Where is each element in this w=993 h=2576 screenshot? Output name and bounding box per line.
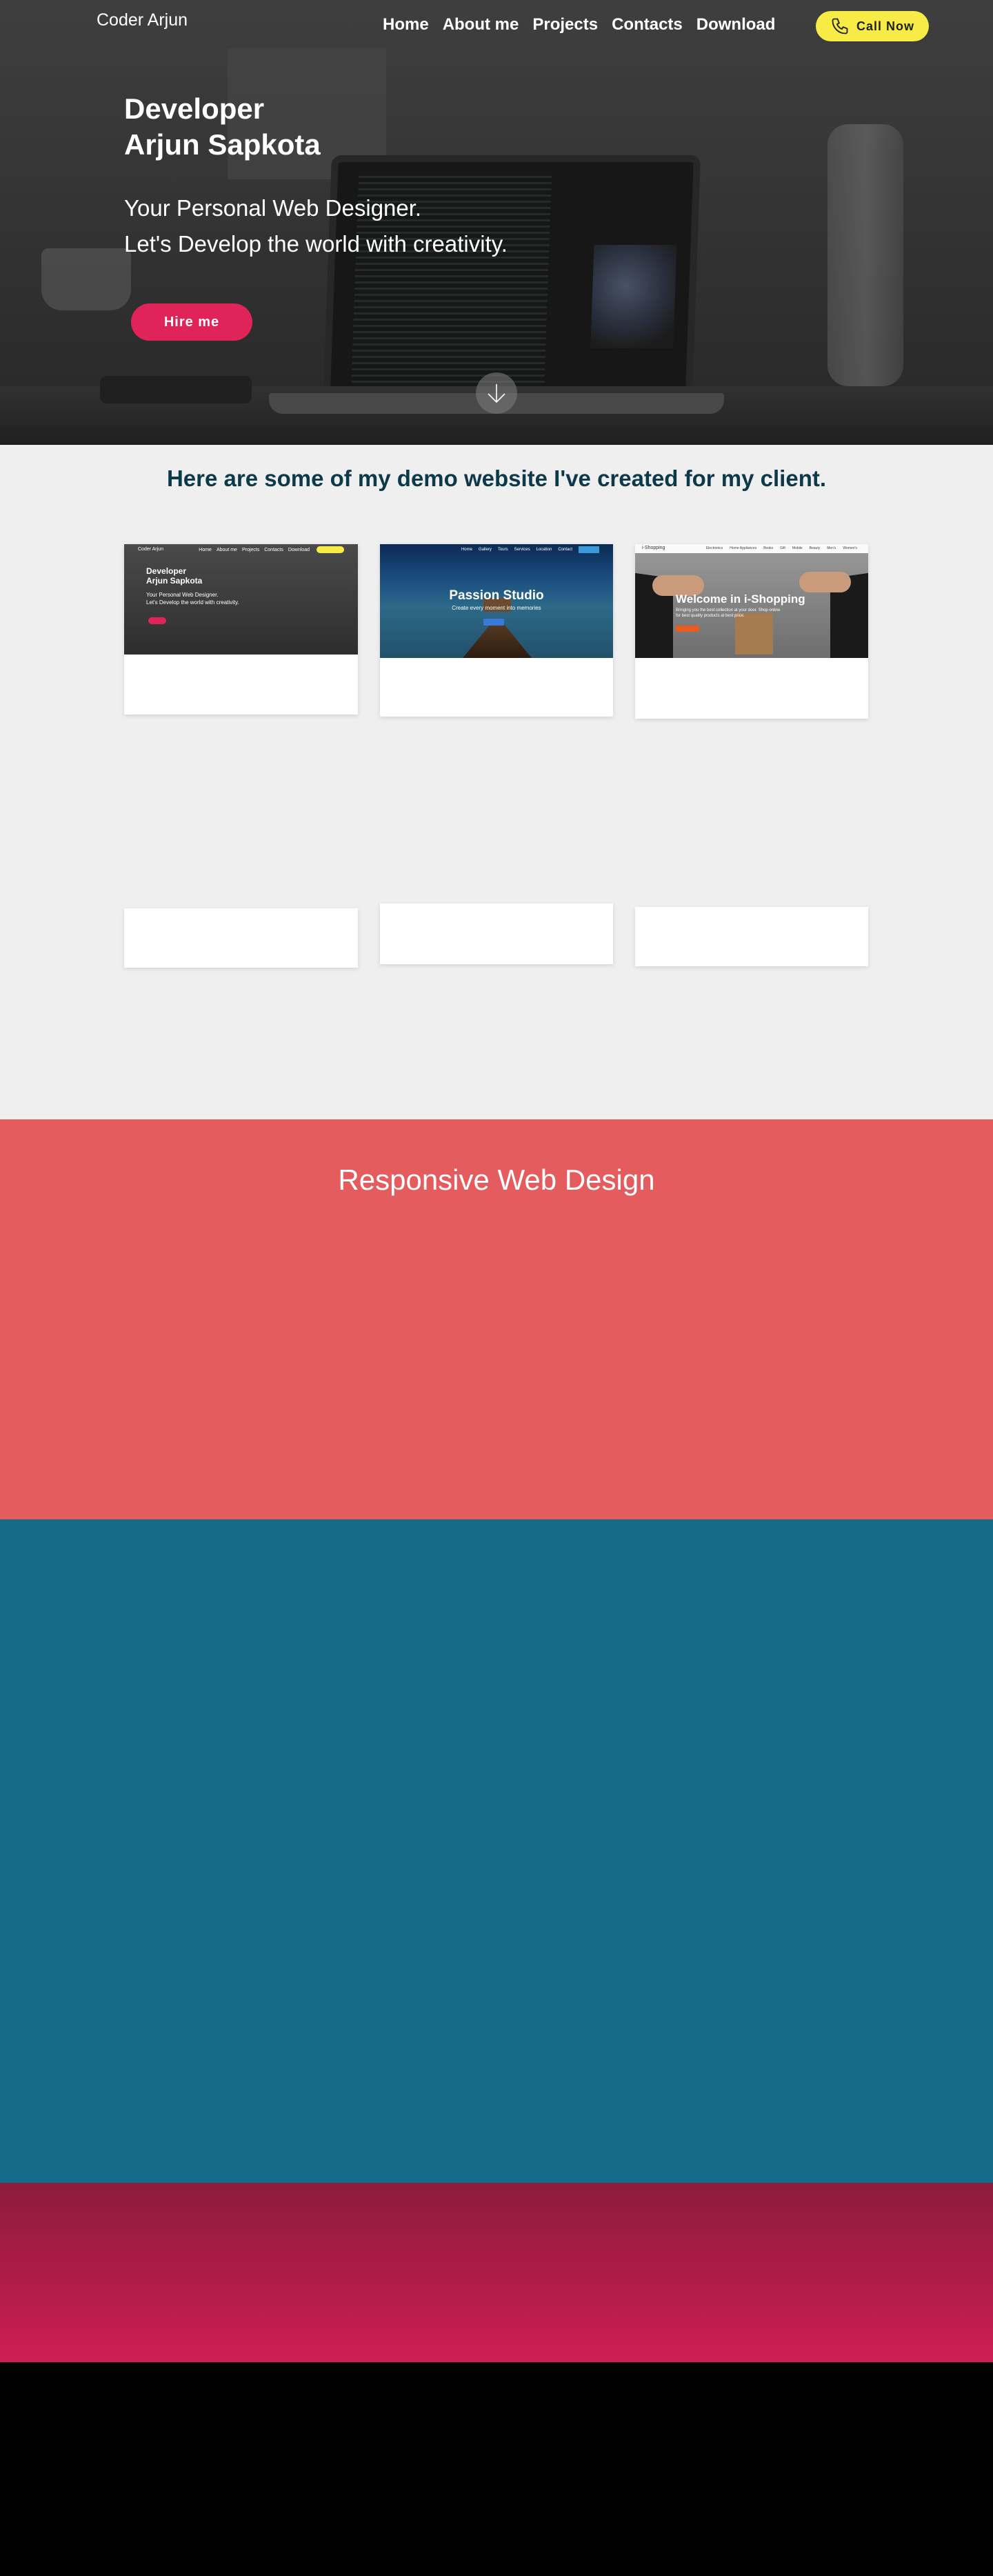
site-logo[interactable]: Coder Arjun bbox=[97, 10, 188, 30]
hero-subtitle: Your Personal Web Designer. Let's Develo… bbox=[124, 195, 508, 257]
arrow-down-icon bbox=[488, 384, 505, 403]
call-now-label: Call Now bbox=[856, 19, 914, 33]
scroll-down-button[interactable] bbox=[476, 372, 517, 414]
main-nav: Home About me Projects Contacts Download bbox=[383, 15, 775, 34]
project-card-6[interactable] bbox=[635, 907, 868, 966]
projects-heading: Here are some of my demo website I've cr… bbox=[166, 466, 827, 491]
project-card-5[interactable] bbox=[380, 903, 613, 964]
projects-section: Here are some of my demo website I've cr… bbox=[0, 445, 993, 1119]
hero-section: Coder Arjun Home About me Projects Conta… bbox=[0, 0, 993, 445]
project-card-3[interactable]: i-Shopping Electronics Home Appliances B… bbox=[635, 544, 868, 719]
project-thumbnail-2: Home Gallery Tours Services Location Con… bbox=[380, 544, 613, 658]
hero-title: Developer Arjun Sapkota bbox=[124, 92, 321, 161]
project-card-2[interactable]: Home Gallery Tours Services Location Con… bbox=[380, 544, 613, 717]
nav-about-me[interactable]: About me bbox=[443, 15, 519, 34]
footer bbox=[0, 2362, 993, 2576]
hire-me-button[interactable]: Hire me bbox=[131, 303, 252, 341]
project-thumbnail-3: i-Shopping Electronics Home Appliances B… bbox=[635, 544, 868, 658]
nav-download[interactable]: Download bbox=[696, 15, 776, 34]
responsive-heading: Responsive Web Design bbox=[338, 1164, 655, 1196]
responsive-section: Responsive Web Design bbox=[0, 1119, 993, 1519]
nav-contacts[interactable]: Contacts bbox=[612, 15, 683, 34]
nav-home[interactable]: Home bbox=[383, 15, 429, 34]
project-card-4[interactable] bbox=[124, 908, 358, 968]
phone-icon bbox=[832, 18, 848, 34]
teal-section bbox=[0, 1519, 993, 2183]
project-card-1[interactable]: Coder Arjun Home About me Projects Conta… bbox=[124, 544, 358, 715]
project-thumbnail-1: Coder Arjun Home About me Projects Conta… bbox=[124, 544, 358, 655]
gradient-section bbox=[0, 2183, 993, 2362]
call-now-button[interactable]: Call Now bbox=[816, 11, 929, 41]
nav-projects[interactable]: Projects bbox=[532, 15, 598, 34]
